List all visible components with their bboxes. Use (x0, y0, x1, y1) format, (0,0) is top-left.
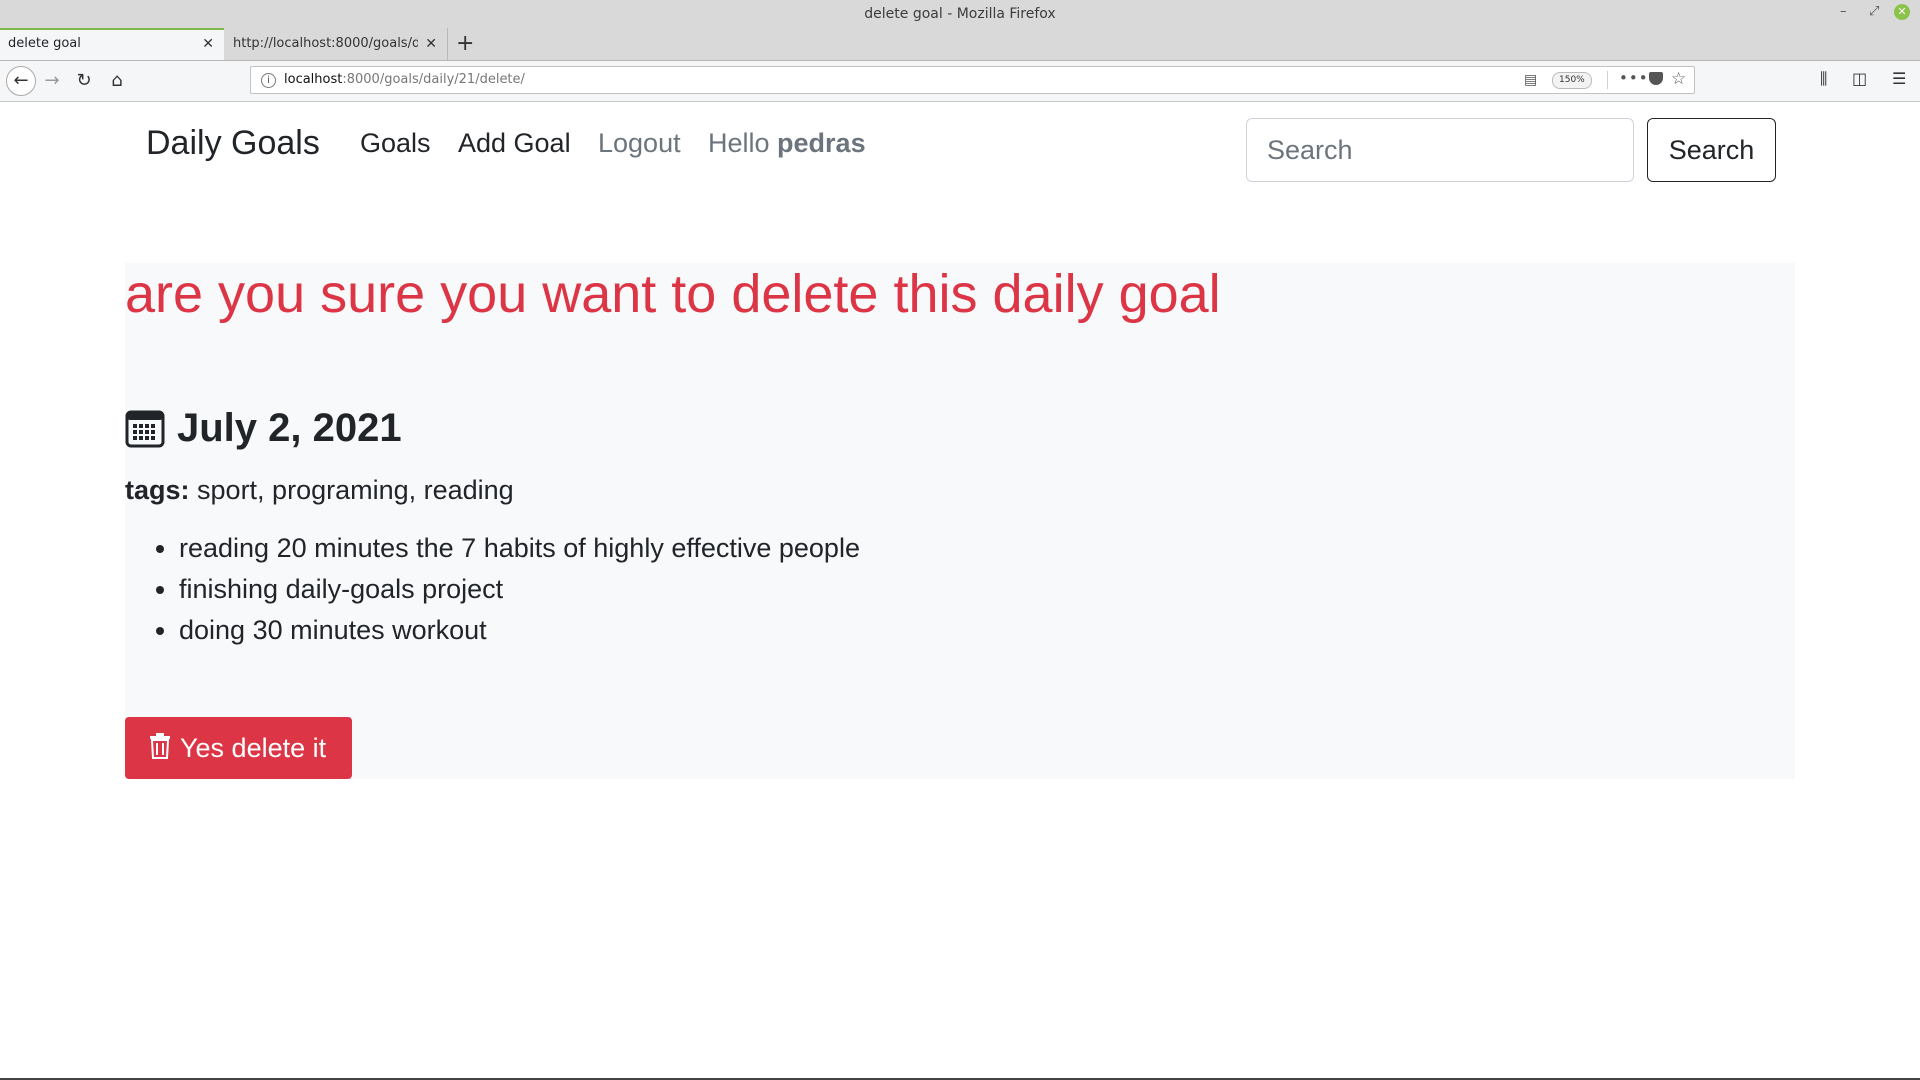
nav-add-goal-link[interactable]: Add Goal (458, 128, 571, 159)
calendar-icon (125, 410, 165, 448)
url-path: :8000/goals/daily/21/delete/ (342, 72, 525, 87)
minimize-icon[interactable]: – (1840, 4, 1847, 19)
window-title: delete goal - Mozilla Firefox (864, 6, 1056, 22)
browser-toolbar: ← → ↻ ⌂ i localhost:8000/goals/daily/21/… (0, 61, 1920, 102)
confirm-delete-button[interactable]: Yes delete it (125, 717, 352, 779)
trash-icon (150, 733, 170, 760)
goal-list: reading 20 minutes the 7 habits of highl… (125, 528, 860, 651)
url-bar-divider (1607, 71, 1608, 89)
goal-date: July 2, 2021 (177, 406, 402, 450)
tab-localhost[interactable]: http://localhost:8000/goals/daily/21/del… (225, 28, 448, 60)
greeting-text: Hello (708, 128, 770, 158)
search-input[interactable] (1246, 118, 1634, 182)
username: pedras (777, 128, 866, 158)
sidebar-icon[interactable]: ◫ (1852, 69, 1867, 88)
url-host: localhost (284, 72, 343, 87)
tags-value: sport, programing, reading (197, 475, 514, 505)
url-text[interactable]: localhost:8000/goals/daily/21/delete/ (284, 72, 525, 87)
tab-close-icon[interactable]: ✕ (425, 28, 437, 60)
pocket-icon[interactable] (1649, 72, 1663, 85)
list-item: doing 30 minutes workout (179, 610, 860, 651)
tab-delete-goal[interactable]: delete goal ✕ (0, 28, 224, 60)
maximize-icon[interactable]: ⤢ (1869, 4, 1879, 19)
tab-strip: delete goal ✕ http://localhost:8000/goal… (0, 28, 1920, 61)
reload-icon[interactable]: ↻ (70, 67, 98, 95)
zoom-indicator[interactable]: 150% (1552, 72, 1592, 89)
tab-label: http://localhost:8000/goals/daily/21/del… (233, 36, 418, 51)
tags-label: tags: (125, 475, 190, 505)
page-content: Daily Goals Goals Add Goal Logout Hello … (0, 102, 1920, 1080)
close-window-icon[interactable]: ✕ (1894, 4, 1910, 20)
search-button[interactable]: Search (1647, 118, 1776, 182)
new-tab-button[interactable]: + (456, 28, 474, 60)
menu-icon[interactable]: ☰ (1892, 69, 1906, 88)
list-item: finishing daily-goals project (179, 569, 860, 610)
goal-tags: tags: sport, programing, reading (125, 475, 514, 506)
user-greeting: Hello pedras (708, 128, 866, 159)
nav-goals-link[interactable]: Goals (360, 128, 431, 159)
reader-view-icon[interactable]: ▤ (1524, 72, 1537, 88)
info-icon[interactable]: i (261, 73, 276, 88)
library-icon[interactable]: ⫼ (1820, 69, 1827, 89)
bookmark-star-icon[interactable]: ☆ (1671, 69, 1686, 89)
delete-confirmation-panel: are you sure you want to delete this dai… (125, 263, 1795, 779)
url-bar[interactable]: i localhost:8000/goals/daily/21/delete/ … (250, 66, 1695, 94)
delete-button-label: Yes delete it (180, 732, 327, 763)
back-icon[interactable]: ← (6, 66, 36, 96)
list-item: reading 20 minutes the 7 habits of highl… (179, 528, 860, 569)
window-titlebar: delete goal - Mozilla Firefox – ⤢ ✕ (0, 0, 1920, 28)
forward-icon[interactable]: → (38, 67, 66, 95)
more-icon[interactable]: ••• (1619, 69, 1649, 87)
confirmation-heading: are you sure you want to delete this dai… (125, 264, 1221, 324)
tab-label: delete goal (8, 36, 81, 51)
nav-logout-link[interactable]: Logout (598, 128, 681, 159)
navbar-brand[interactable]: Daily Goals (146, 124, 320, 163)
home-icon[interactable]: ⌂ (103, 67, 131, 95)
tab-close-icon[interactable]: ✕ (202, 30, 214, 58)
